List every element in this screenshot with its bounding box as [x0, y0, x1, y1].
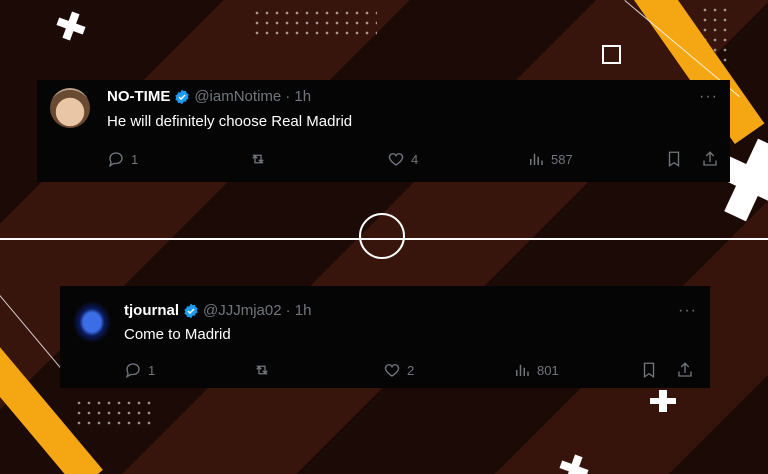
bookmark-icon: [643, 362, 655, 379]
author-handle[interactable]: @JJJmja02: [203, 302, 282, 319]
retweet-icon: [256, 365, 268, 375]
heart-icon: [384, 364, 400, 377]
plus-shape: [650, 390, 676, 412]
like-button[interactable]: 4: [387, 150, 418, 168]
verified-badge-icon: [175, 89, 189, 104]
verified-badge-icon: [184, 303, 198, 318]
avatar[interactable]: [50, 88, 90, 128]
dot-pattern: [74, 398, 154, 428]
share-button[interactable]: [676, 361, 694, 379]
tweet-text: Come to Madrid: [124, 326, 231, 343]
bookmark-button[interactable]: [665, 150, 683, 168]
tweet-header: tjournal @JJJmja02 · 1h: [124, 302, 311, 319]
retweet-button[interactable]: [249, 150, 267, 168]
tweet-card[interactable]: NO-TIME @iamNotime · 1h ··· He will defi…: [37, 80, 730, 182]
avatar[interactable]: [70, 298, 114, 342]
view-count: 801: [537, 362, 559, 378]
more-options-icon[interactable]: ···: [699, 88, 718, 106]
author-name[interactable]: tjournal: [124, 302, 179, 319]
bookmark-icon: [668, 151, 680, 168]
heart-icon: [388, 153, 404, 166]
dot-pattern: [252, 8, 377, 40]
reply-button[interactable]: 1: [124, 361, 155, 379]
tweet-text: He will definitely choose Real Madrid: [107, 113, 353, 130]
share-icon: [678, 362, 692, 377]
more-options-icon[interactable]: ···: [678, 302, 697, 320]
retweet-icon: [252, 154, 264, 164]
retweet-button[interactable]: [253, 361, 271, 379]
tweet-header: NO-TIME @iamNotime · 1h: [107, 88, 311, 105]
views-icon: [530, 153, 543, 165]
views-button[interactable]: 587: [527, 150, 573, 168]
bookmark-button[interactable]: [640, 361, 658, 379]
reply-icon: [125, 363, 140, 379]
views-icon: [516, 364, 529, 376]
author-handle[interactable]: @iamNotime: [194, 88, 281, 105]
view-count: 587: [551, 151, 573, 167]
plus-shape: [556, 451, 592, 474]
reply-icon: [108, 152, 123, 168]
post-time[interactable]: · 1h: [286, 302, 312, 319]
share-button[interactable]: [701, 150, 719, 168]
post-time[interactable]: · 1h: [285, 88, 311, 105]
reply-button[interactable]: 1: [107, 150, 138, 168]
reply-count: 1: [131, 151, 139, 167]
square-outline: [602, 45, 621, 64]
author-name[interactable]: NO-TIME: [107, 88, 170, 105]
share-icon: [703, 151, 717, 166]
center-circle: [359, 213, 405, 259]
tweet-card[interactable]: tjournal @JJJmja02 · 1h ··· Come to Madr…: [60, 286, 710, 388]
reply-count: 1: [148, 362, 156, 378]
plus-shape: [53, 8, 89, 44]
like-button[interactable]: 2: [383, 361, 414, 379]
like-count: 2: [407, 362, 415, 378]
like-count: 4: [411, 151, 419, 167]
views-button[interactable]: 801: [513, 361, 559, 379]
